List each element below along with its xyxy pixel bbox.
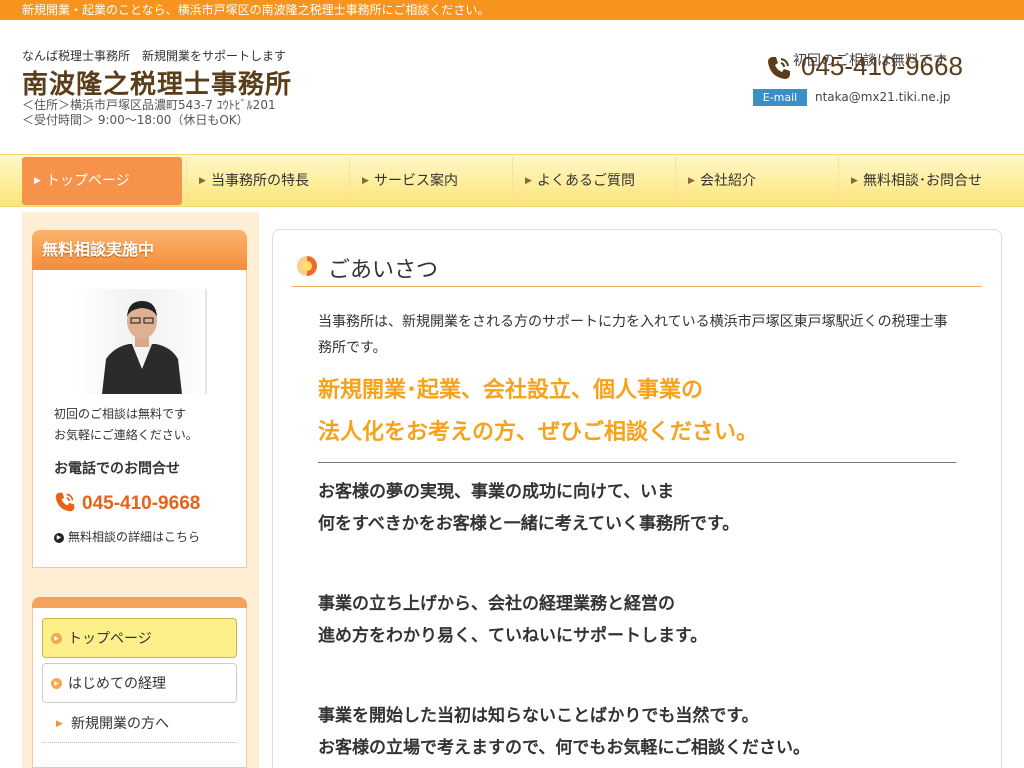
paragraph-line: 進め方をわかり易く、ていねいにサポートします。 xyxy=(318,626,708,646)
consult-note-line: お気軽にご連絡ください。 xyxy=(54,428,198,442)
heading-underline xyxy=(292,286,982,287)
top-announcement-bar: 新規開業・起業のことなら、横浜市戸塚区の南波隆之税理士事務所にご相談ください。 xyxy=(0,0,1024,20)
paragraph-line: 事業の立ち上げから、会社の経理業務と経営の xyxy=(318,594,675,614)
nav-item-label: サービス案内 xyxy=(374,173,458,189)
catch-copy-line: 新規開業･起業、会社設立、個人事業の xyxy=(318,378,704,403)
site-tagline: なんば税理士事務所 新規開業をサポートします xyxy=(22,49,287,63)
play-circle-icon: ▶ xyxy=(51,633,62,644)
paragraph-line: 事業を開始した当初は知らないことばかりでも当然です。 xyxy=(318,706,759,726)
paragraph-1: お客様の夢の実現、事業の成功に向けて、いま 何をすべきかをお客様と一緒に考えてい… xyxy=(318,476,739,540)
address-block: ＜住所＞横浜市戸塚区品濃町543-7 ﾕｳﾄﾋﾞﾙ201 ＜受付時間＞ 9:00… xyxy=(22,98,276,128)
intro-text: 当事務所は、新規開業をされる方のサポートに力を入れている横浜市戸塚区東戸塚駅近く… xyxy=(318,314,948,356)
nav-item-contact[interactable]: ▶ 無料相談･お問合せ xyxy=(838,157,1002,205)
phone-icon xyxy=(768,57,790,79)
nav-item-label: 会社紹介 xyxy=(700,173,756,189)
site-header: なんば税理士事務所 新規開業をサポートします 南波隆之税理士事務所 ＜住所＞横浜… xyxy=(0,20,1024,154)
phone-icon xyxy=(55,492,75,512)
paragraph-3: 事業を開始した当初は知らないことばかりでも当然です。 お客様の立場で考えますので… xyxy=(318,700,810,764)
paragraph-line: お客様の夢の実現、事業の成功に向けて、いま xyxy=(318,482,675,502)
consult-detail-link[interactable]: ▶ 無料相談の詳細はこちら xyxy=(54,528,200,545)
consult-detail-link-label: 無料相談の詳細はこちら xyxy=(68,530,201,544)
nav-item-top[interactable]: ▶ トップページ xyxy=(22,157,182,205)
address-text: ＜住所＞横浜市戸塚区品濃町543-7 ﾕｳﾄﾋﾞﾙ201 xyxy=(22,98,276,112)
play-circle-icon: ▶ xyxy=(54,532,64,543)
global-nav: ▶ トップページ ▶ 当事務所の特長 ▶ サービス案内 ▶ よくあるご質問 ▶ … xyxy=(0,154,1024,207)
sidebar-phone-number[interactable]: 045-410-9668 xyxy=(82,493,200,515)
sidebar-menu-header xyxy=(32,597,247,608)
tel-heading: お電話でのお問合せ xyxy=(54,461,180,477)
nav-item-label: 無料相談･お問合せ xyxy=(863,173,982,189)
nav-item-label: よくあるご質問 xyxy=(537,173,635,189)
nav-item-label: トップページ xyxy=(46,173,130,189)
chevron-right-icon: ▶ xyxy=(525,176,532,186)
chevron-right-icon: ▶ xyxy=(34,176,41,186)
nav-item-company[interactable]: ▶ 会社紹介 xyxy=(675,157,835,205)
sidebar-submenu-label: 新規開業の方へ xyxy=(71,716,169,732)
nav-item-services[interactable]: ▶ サービス案内 xyxy=(349,157,509,205)
nav-item-faq[interactable]: ▶ よくあるご質問 xyxy=(512,157,672,205)
chevron-right-icon: ▶ xyxy=(688,176,695,186)
nav-item-features[interactable]: ▶ 当事務所の特長 xyxy=(186,157,346,205)
chevron-right-icon: ▶ xyxy=(56,719,63,729)
catch-copy-line: 法人化をお考えの方、ぜひご相談ください。 xyxy=(318,420,759,445)
sidebar-menu-item-accounting[interactable]: ▶ はじめての経理 xyxy=(42,663,237,703)
sidebar-submenu-item-new-business[interactable]: ▶ 新規開業の方へ xyxy=(42,705,237,743)
paragraph-2: 事業の立ち上げから、会社の経理業務と経営の 進め方をわかり易く、ていねいにサポー… xyxy=(318,588,707,652)
email-address[interactable]: ntaka@mx21.tiki.ne.jp xyxy=(815,89,951,106)
header-phone-number[interactable]: 045-410-9668 xyxy=(801,51,963,82)
hours-text: ＜受付時間＞ 9:00〜18:00（休日もOK） xyxy=(22,113,249,127)
play-circle-icon: ▶ xyxy=(51,678,62,689)
site-title[interactable]: 南波隆之税理士事務所 xyxy=(22,64,292,101)
staff-photo xyxy=(74,289,209,394)
paragraph-line: 何をすべきかをお客様と一緒に考えていく事務所です。 xyxy=(318,514,740,534)
consult-box xyxy=(32,230,247,568)
email-label-badge: E-mail xyxy=(753,89,807,106)
consult-note-line: 初回のご相談は無料です xyxy=(54,407,187,421)
chevron-right-icon: ▶ xyxy=(199,176,206,186)
catch-copy: 新規開業･起業、会社設立、個人事業の 法人化をお考えの方、ぜひご相談ください。 xyxy=(318,370,758,454)
sidebar-menu-item-top[interactable]: ▶ トップページ xyxy=(42,618,237,658)
nav-item-label: 当事務所の特長 xyxy=(211,173,309,189)
paragraph-line: お客様の立場で考えますので、何でもお気軽にご相談ください。 xyxy=(318,738,810,758)
section-heading: ごあいさつ xyxy=(328,258,439,283)
sidebar-menu-label: はじめての経理 xyxy=(68,676,166,692)
chevron-right-icon: ▶ xyxy=(851,176,858,186)
divider xyxy=(318,462,956,463)
heading-circle-icon xyxy=(297,256,317,276)
consult-box-title: 無料相談実施中 xyxy=(32,230,247,270)
chevron-right-icon: ▶ xyxy=(362,176,369,186)
sidebar-menu-label: トップページ xyxy=(68,631,152,647)
consult-note: 初回のご相談は無料です お気軽にご連絡ください。 xyxy=(54,404,198,446)
